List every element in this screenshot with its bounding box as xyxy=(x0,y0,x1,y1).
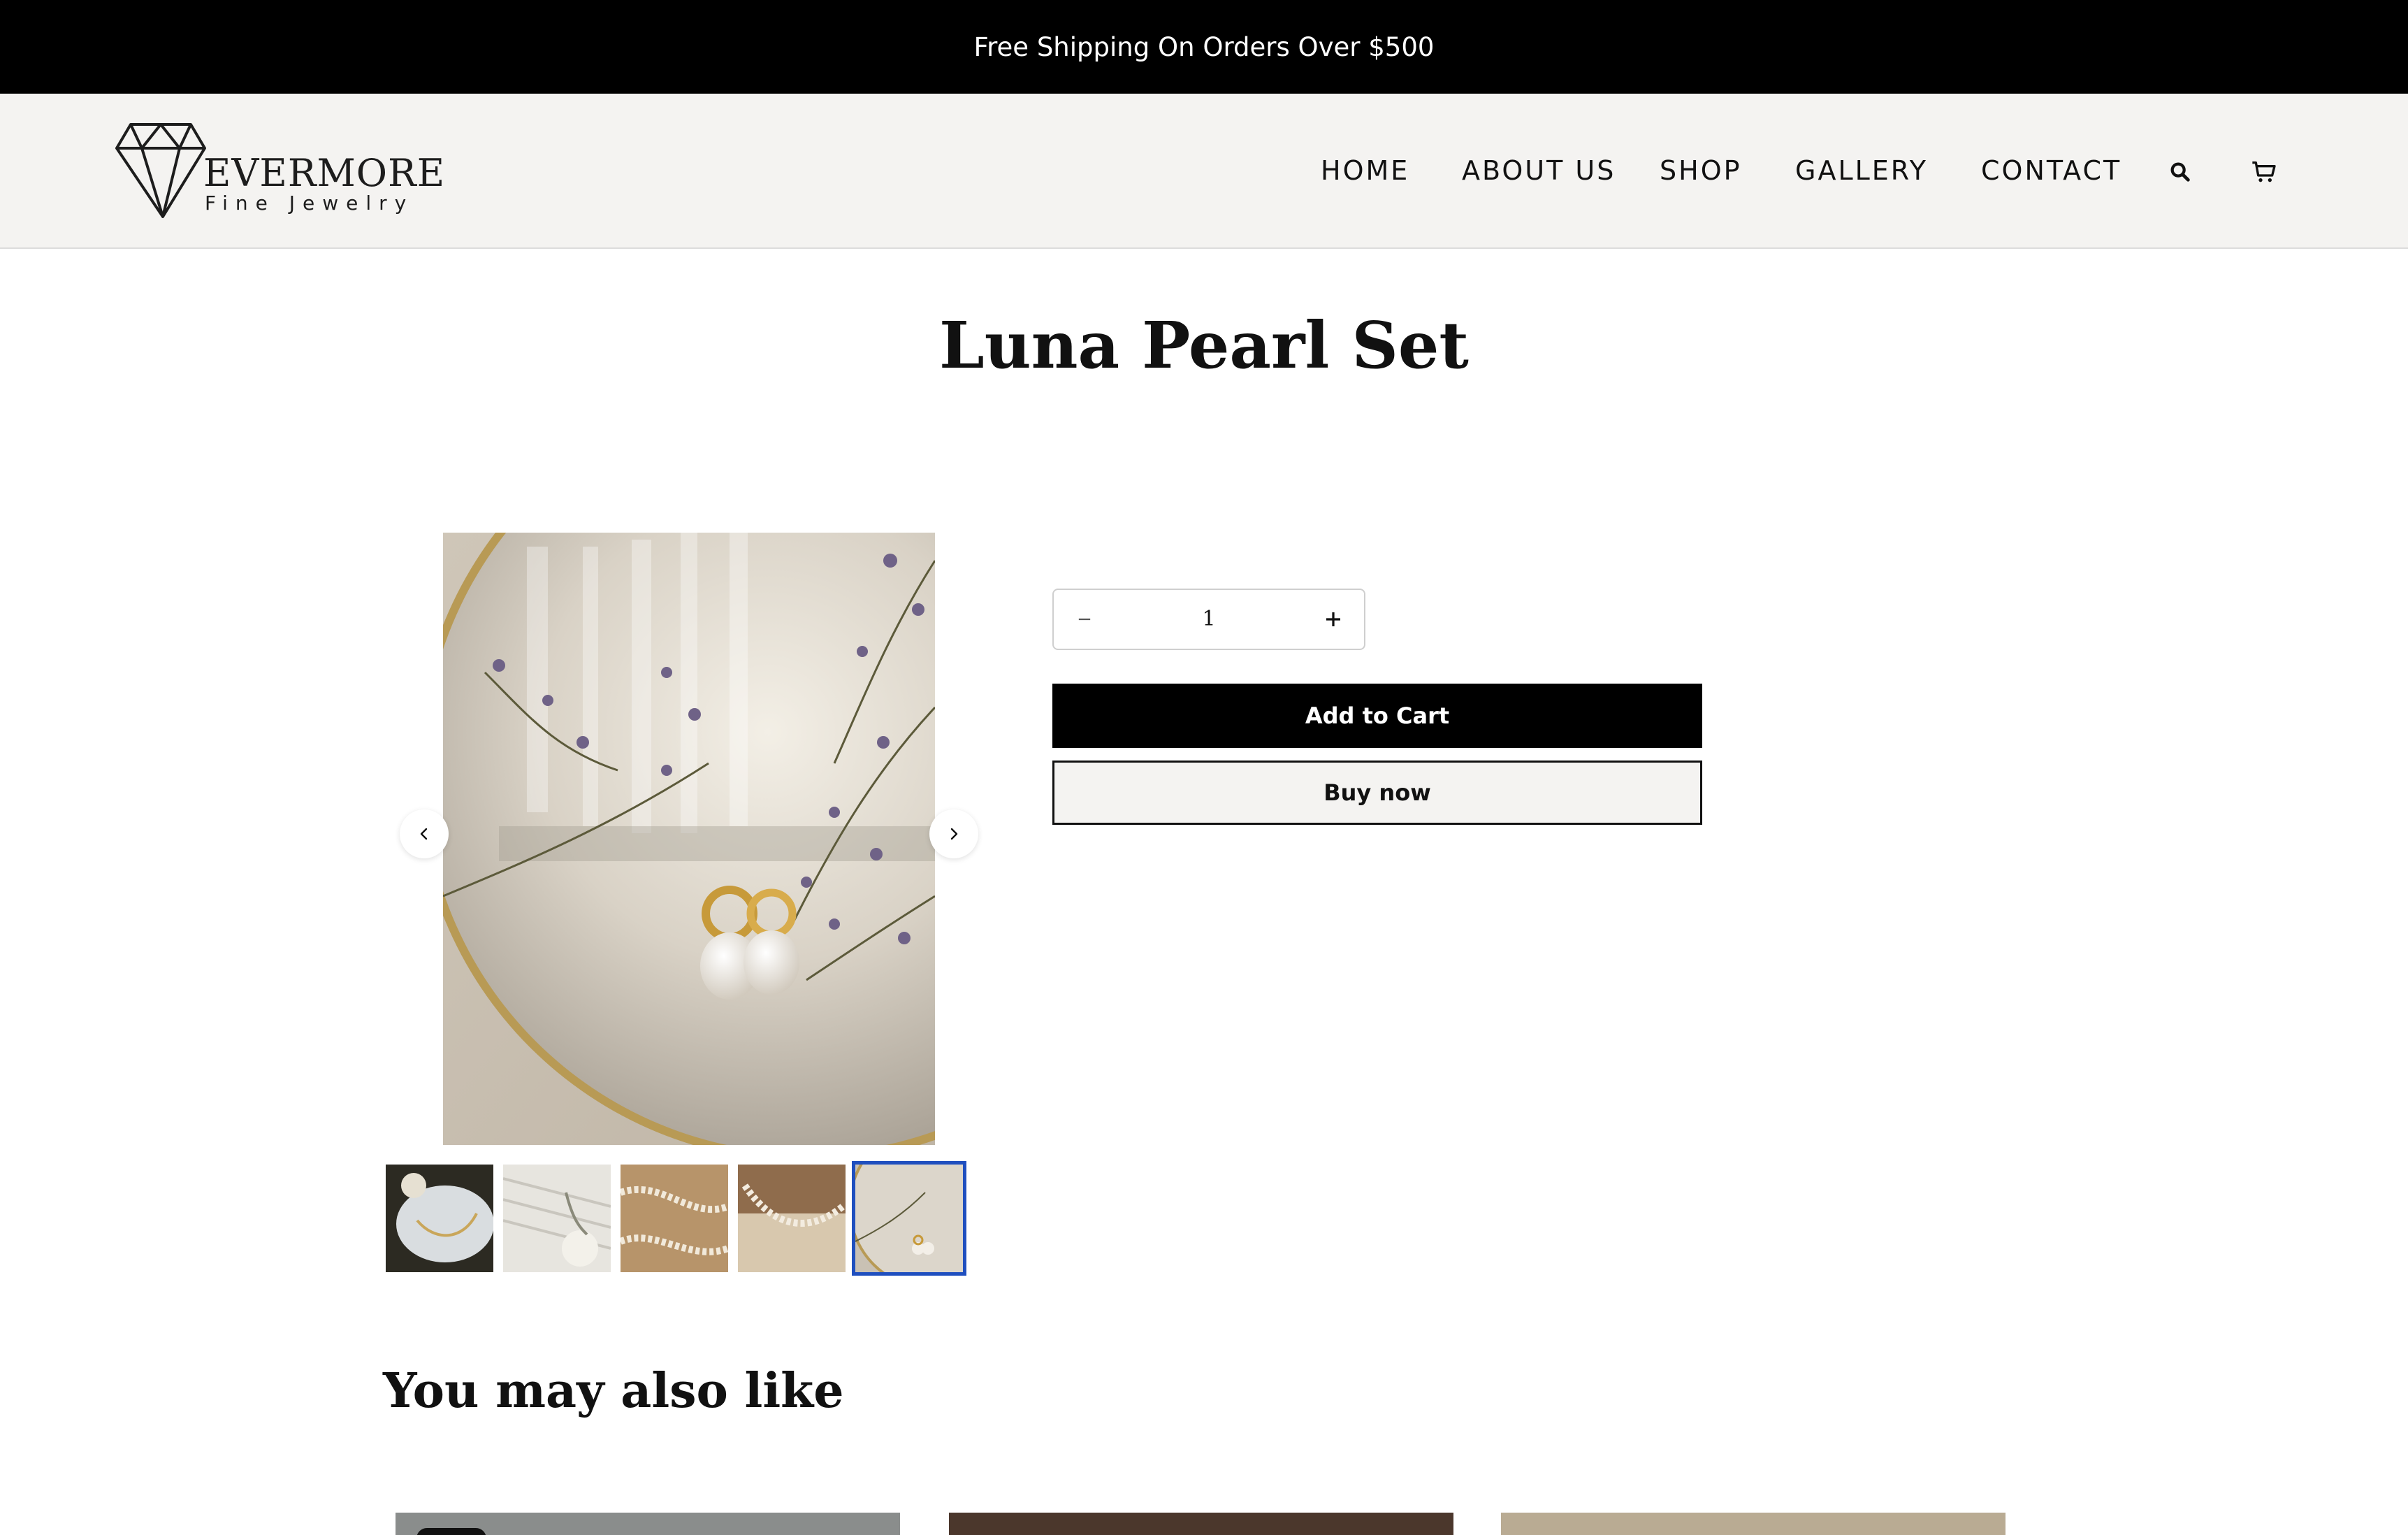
cart-icon xyxy=(2252,161,2276,182)
announcement-text: Free Shipping On Orders Over $500 xyxy=(973,31,1435,62)
thumbnail-3[interactable] xyxy=(621,1165,728,1272)
brand-tagline: Fine Jewelry xyxy=(205,192,414,215)
nav-home[interactable]: HOME xyxy=(1321,155,1409,186)
thumbnail-5[interactable] xyxy=(852,1161,966,1276)
thumbnail-image xyxy=(386,1165,493,1272)
card-badge xyxy=(416,1528,486,1535)
cart-button[interactable] xyxy=(2246,154,2282,190)
thumbnail-1[interactable] xyxy=(386,1165,493,1272)
product-main-image[interactable] xyxy=(443,533,935,1145)
site-header: EVERMORE Fine Jewelry HOME ABOUT US SHOP… xyxy=(0,94,2408,249)
nav-contact[interactable]: CONTACT xyxy=(1981,155,2121,186)
quantity-increase-button[interactable] xyxy=(1303,590,1364,649)
quantity-decrease-button[interactable] xyxy=(1054,590,1115,649)
chevron-left-icon xyxy=(420,828,428,840)
thumbnail-image xyxy=(621,1165,728,1272)
brand-logo[interactable]: EVERMORE Fine Jewelry xyxy=(115,122,444,219)
quantity-input[interactable]: 1 xyxy=(1115,590,1303,649)
search-button[interactable] xyxy=(2162,154,2198,190)
recommendations-heading: You may also like xyxy=(383,1363,844,1419)
recommendation-card-2[interactable] xyxy=(949,1513,1453,1535)
thumbnail-image xyxy=(503,1165,611,1272)
recommendation-card-3[interactable] xyxy=(1501,1513,2006,1535)
image-next-button[interactable] xyxy=(929,809,978,858)
buy-now-button[interactable]: Buy now xyxy=(1052,761,1702,825)
thumbnail-2[interactable] xyxy=(503,1165,611,1272)
thumbnail-image xyxy=(855,1165,963,1272)
nav-about-us[interactable]: ABOUT US xyxy=(1462,155,1616,186)
minus-icon xyxy=(1078,618,1091,621)
product-title: Luna Pearl Set xyxy=(939,308,1469,383)
plus-icon xyxy=(1326,612,1340,626)
diamond-logo-icon xyxy=(115,123,206,218)
nav-shop[interactable]: SHOP xyxy=(1660,155,1742,186)
announcement-bar: Free Shipping On Orders Over $500 xyxy=(0,0,2408,94)
pearl-earrings-photo xyxy=(443,533,935,1145)
brand-name: EVERMORE xyxy=(203,151,446,195)
add-to-cart-button[interactable]: Add to Cart xyxy=(1052,684,1702,748)
recommendation-card-1[interactable] xyxy=(396,1513,900,1535)
nav-gallery[interactable]: GALLERY xyxy=(1795,155,1928,186)
thumbnail-4[interactable] xyxy=(738,1165,846,1272)
image-prev-button[interactable] xyxy=(400,809,449,858)
thumbnail-image xyxy=(738,1165,846,1272)
chevron-right-icon xyxy=(950,828,958,840)
search-icon xyxy=(2170,162,2190,182)
quantity-stepper: 1 xyxy=(1052,589,1365,650)
